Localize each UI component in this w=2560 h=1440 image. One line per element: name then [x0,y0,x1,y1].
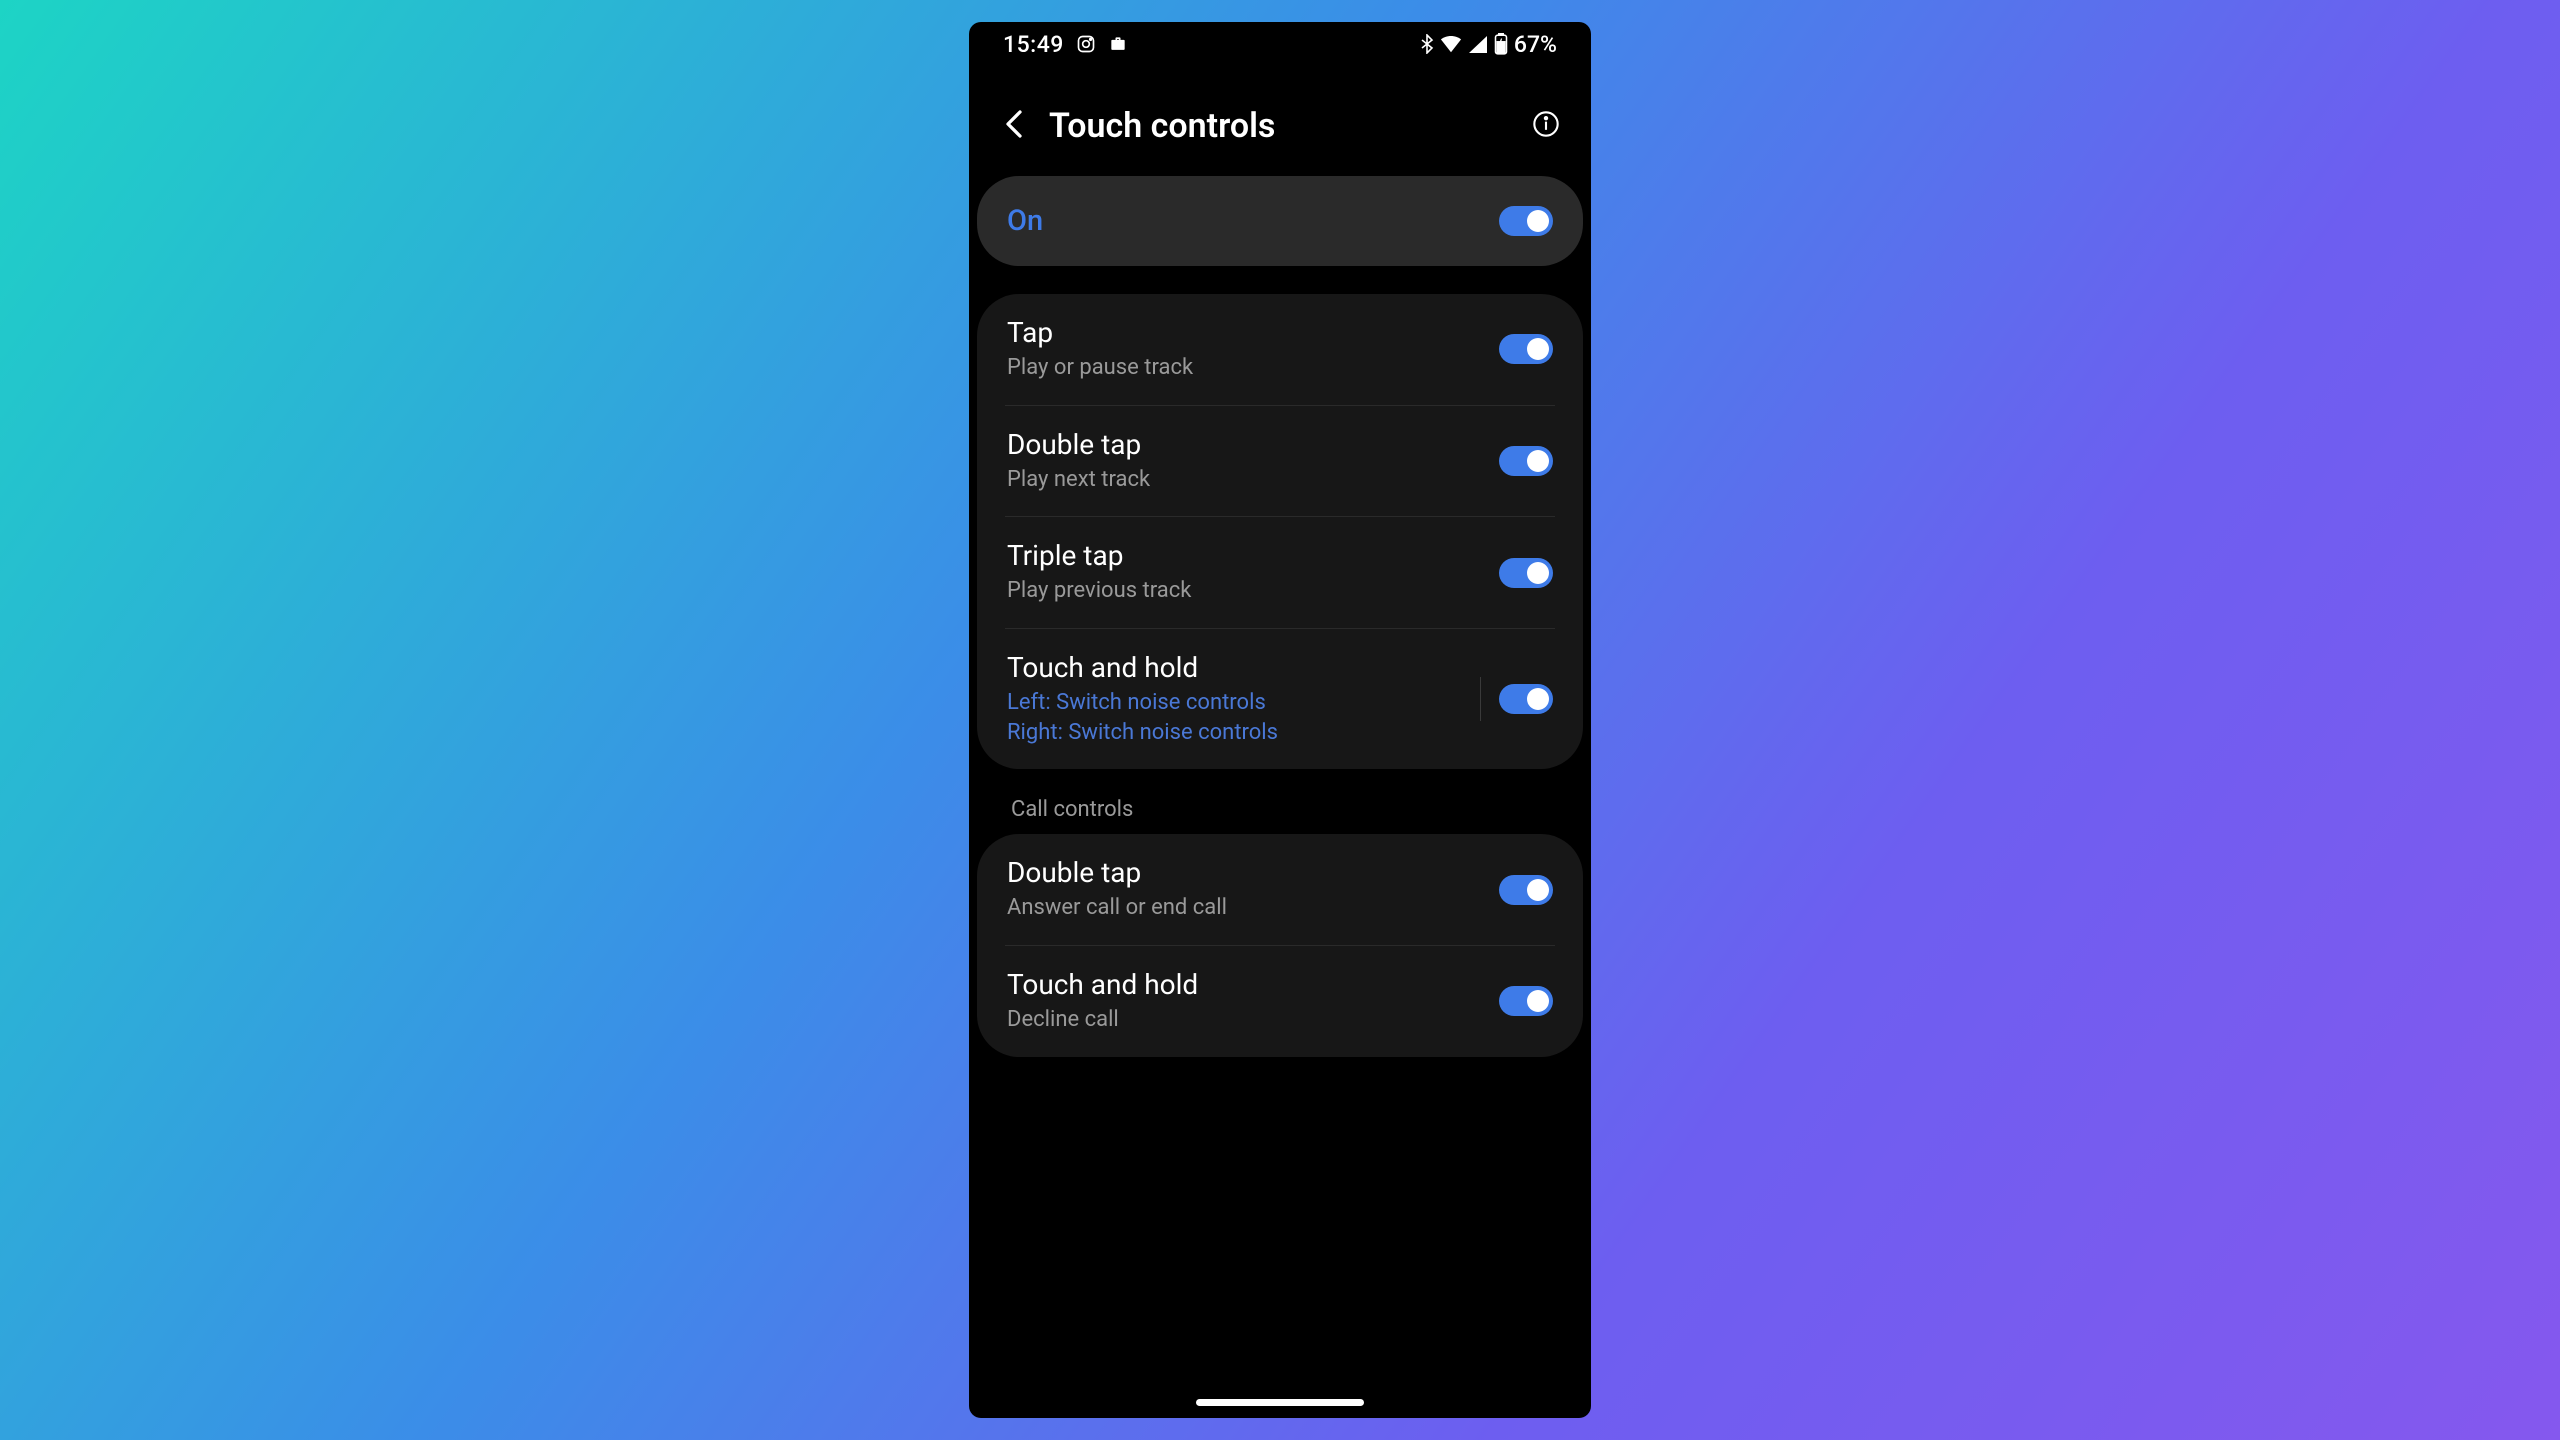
gesture-sub: Play previous track [1007,576,1499,606]
bluetooth-icon [1420,34,1434,54]
gesture-sub-left[interactable]: Left: Switch noise controls [1007,688,1480,718]
gesture-title: Touch and hold [1007,651,1480,684]
call-title: Touch and hold [1007,968,1499,1001]
battery-percentage: 67% [1514,31,1557,58]
gesture-nav-bar[interactable] [969,1398,1591,1418]
status-time: 15:49 [1003,31,1064,58]
gesture-sub: Play next track [1007,465,1499,495]
instagram-icon [1076,34,1096,54]
gesture-row-tap[interactable]: Tap Play or pause track [977,294,1583,405]
gesture-row-triple-tap[interactable]: Triple tap Play previous track [1005,516,1555,628]
info-icon [1532,110,1560,142]
call-sub: Answer call or end call [1007,893,1499,923]
page-title: Touch controls [1049,106,1511,146]
signal-icon [1468,35,1488,53]
call-sub: Decline call [1007,1005,1499,1035]
gesture-row-touch-hold[interactable]: Touch and hold Left: Switch noise contro… [1005,628,1555,769]
phone-frame: 15:49 67% [969,22,1591,1418]
gesture-title: Tap [1007,316,1499,349]
master-toggle-label: On [1007,204,1043,238]
battery-icon [1494,33,1508,55]
nav-pill [1196,1399,1364,1406]
call-toggle-touch-hold[interactable] [1499,986,1553,1016]
call-toggle-double-tap[interactable] [1499,875,1553,905]
chevron-left-icon [1005,109,1023,143]
gesture-title: Double tap [1007,428,1499,461]
status-bar: 15:49 67% [969,22,1591,66]
call-title: Double tap [1007,856,1499,889]
call-row-double-tap[interactable]: Double tap Answer call or end call [977,834,1583,945]
gesture-toggle-tap[interactable] [1499,334,1553,364]
gesture-row-double-tap[interactable]: Double tap Play next track [1005,405,1555,517]
master-toggle-card[interactable]: On [977,176,1583,266]
back-button[interactable] [999,111,1029,141]
briefcase-icon [1108,34,1128,54]
gestures-card: Tap Play or pause track Double tap Play … [977,294,1583,769]
call-row-touch-hold[interactable]: Touch and hold Decline call [1005,945,1555,1057]
gesture-toggle-touch-hold[interactable] [1499,684,1553,714]
master-toggle[interactable] [1499,206,1553,236]
info-button[interactable] [1531,111,1561,141]
section-header-call: Call controls [977,797,1583,834]
wifi-icon [1440,35,1462,53]
gesture-toggle-double-tap[interactable] [1499,446,1553,476]
call-controls-card: Double tap Answer call or end call Touch… [977,834,1583,1056]
gesture-title: Triple tap [1007,539,1499,572]
gesture-sub: Play or pause track [1007,353,1499,383]
gesture-sub-right[interactable]: Right: Switch noise controls [1007,718,1480,748]
vertical-separator [1480,677,1481,721]
gesture-toggle-triple-tap[interactable] [1499,558,1553,588]
app-bar: Touch controls [969,66,1591,176]
